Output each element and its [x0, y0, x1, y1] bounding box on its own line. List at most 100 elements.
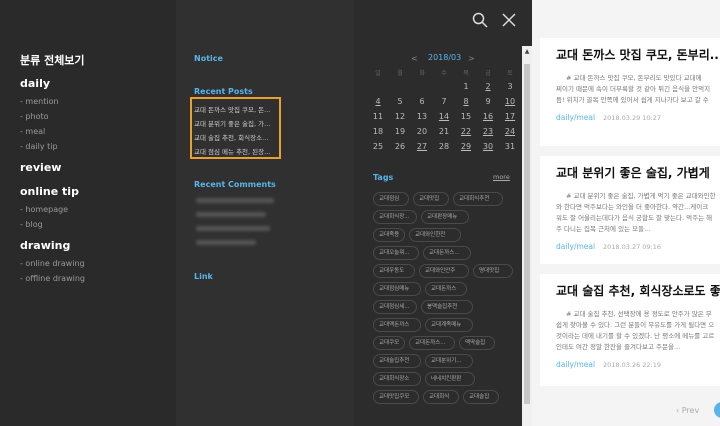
category-homepage[interactable]: - homepage	[20, 205, 68, 214]
tag-chip[interactable]: 교대계족메뉴	[425, 318, 473, 332]
tag-chip[interactable]: 교대돈까스...	[423, 246, 471, 260]
post-title[interactable]: 교대 돈까스 맛집 쿠모, 돈부리...	[556, 46, 720, 63]
post-category[interactable]: daily/meal	[556, 242, 595, 251]
prev-page-button[interactable]: ‹ Prev	[676, 406, 699, 415]
tag-chip[interactable]: 교대술집추천	[373, 354, 421, 368]
tag-chip[interactable]: 교대쿠모	[373, 336, 405, 350]
post-excerpt: 워도 잘 어울리는데다가 음식 궁합도 잘 맞는다. 먹주는 해	[556, 214, 713, 222]
category-blog[interactable]: - blog	[20, 220, 43, 229]
tag-chip[interactable]: 교대돈까스...	[409, 336, 455, 350]
tag-chip[interactable]: 교대족용	[373, 228, 405, 242]
tag-chip[interactable]: 교대점심세...	[373, 300, 417, 314]
calendar-day[interactable]: 17	[502, 112, 518, 121]
blurred-comment	[196, 198, 274, 203]
calendar-prev-button[interactable]: <	[411, 54, 418, 63]
calendar-day: 28	[438, 142, 450, 151]
tag-chip[interactable]: 교대맥돈까스	[373, 318, 421, 332]
recent-post-item[interactable]: 교대 분위기 좋은 술집, 가...	[194, 118, 274, 128]
search-icon[interactable]	[472, 12, 488, 32]
scrollbar-thumb[interactable]	[524, 64, 530, 404]
post-title[interactable]: 교대 술집 추천, 회식장소로도 좋	[556, 282, 720, 299]
calendar-day[interactable]: 24	[502, 127, 518, 136]
tag-chip[interactable]: 명대맛집	[473, 264, 513, 278]
tag-chip[interactable]: 교대돈까스	[425, 282, 467, 296]
calendar-day: 5	[397, 97, 403, 106]
calendar-day: 19	[394, 127, 406, 136]
notice-heading: Notice	[194, 54, 223, 63]
tag-chip[interactable]: 교대와인한잔	[409, 228, 461, 242]
calendar-day[interactable]: 29	[458, 142, 474, 151]
tag-chip[interactable]: 교대우동도	[373, 264, 415, 278]
blurred-comment	[196, 212, 266, 217]
tag-chip[interactable]: 교대맛집	[413, 192, 449, 206]
calendar-day: 6	[419, 97, 425, 106]
scroll-up-arrow-icon[interactable]: ▲	[522, 46, 532, 58]
calendar-day[interactable]: 10	[502, 97, 518, 106]
tag-chip[interactable]: 교대오늘뭐...	[373, 246, 419, 260]
category-all-link[interactable]: 분류 전체보기	[20, 52, 85, 68]
calendar-day[interactable]: 4	[370, 97, 386, 106]
tags-more-link[interactable]: more	[493, 173, 510, 181]
category-drawing[interactable]: drawing	[20, 239, 70, 252]
calendar-day: 21	[438, 127, 450, 136]
tag-chip[interactable]: 네네치킨판판	[425, 372, 475, 386]
tag-chip[interactable]: 교대맛집쿠모	[373, 390, 419, 404]
category-offline-drawing[interactable]: - offline drawing	[20, 274, 85, 283]
calendar-day[interactable]: 8	[458, 97, 474, 106]
recent-post-item[interactable]: 교대 점심 메뉴 추천, 된장...	[194, 146, 274, 156]
post-category[interactable]: daily/meal	[556, 360, 595, 369]
category-online-drawing[interactable]: - online drawing	[20, 259, 85, 268]
category-online-tip[interactable]: online tip	[20, 185, 79, 198]
calendar-day[interactable]: 22	[458, 127, 474, 136]
tag-chip[interactable]: 교대점심메뉴	[373, 282, 421, 296]
post-excerpt: 인테도 여간 정말 한잔을 즐겨다보고 주문을...	[556, 343, 681, 351]
post-excerpt: 것이라는 데에 내기를 할 수 있겠다. 난 평소에 메뉴를 고르	[556, 332, 715, 340]
category-photo[interactable]: - photo	[20, 112, 49, 121]
tag-chip[interactable]: 교대회식장...	[373, 210, 417, 224]
category-meal[interactable]: - meal	[20, 127, 45, 136]
calendar-weekday: 월	[397, 70, 403, 77]
tag-chip[interactable]: 교대점심	[373, 192, 409, 206]
calendar-day[interactable]: 23	[480, 127, 496, 136]
recent-comments-heading: Recent Comments	[194, 180, 276, 189]
post-date: 2018.03.26 22:19	[603, 361, 662, 369]
calendar-day[interactable]: 2	[480, 82, 496, 91]
tag-chip[interactable]: 교대분위기...	[425, 354, 473, 368]
post-excerpt: 주 다니는 집목 근처에 있는 모들...	[556, 225, 651, 233]
tags-heading: Tags	[373, 173, 394, 182]
calendar-day[interactable]: 16	[480, 112, 496, 121]
calendar-weekday: 일	[375, 70, 381, 77]
calendar-day[interactable]: 14	[436, 112, 452, 121]
calendar-day[interactable]: 30	[480, 142, 496, 151]
tag-chip[interactable]: 교대회식추천	[453, 192, 503, 206]
calendar-day: 1	[463, 82, 469, 91]
post-excerpt: # 교대 돈까스 맛집 쿠모, 돈부리도 맛있다 교대에	[566, 74, 702, 82]
post-date: 2018.03.27 09:16	[603, 243, 662, 251]
calendar-day: 31	[504, 142, 516, 151]
category-daily[interactable]: daily	[20, 77, 50, 90]
category-review[interactable]: review	[20, 161, 61, 174]
calendar-day: 12	[394, 112, 406, 121]
tag-chip[interactable]: 교대판장메뉴	[421, 210, 469, 224]
post-excerpt: 찌이기 때문에 속이 더부룩할 것 같아 튀긴 음식을 안먹지	[556, 85, 711, 93]
recent-post-item[interactable]: 교대 돈까스 맛집 쿠모, 돈...	[194, 104, 274, 114]
tag-chip[interactable]: 교대와인안주	[419, 264, 469, 278]
calendar-day: 3	[507, 82, 513, 91]
calendar-next-button[interactable]: >	[468, 54, 475, 63]
tag-chip[interactable]: 교대술집	[463, 390, 499, 404]
calendar-day: 15	[460, 112, 472, 121]
calendar-day[interactable]: 27	[414, 142, 430, 151]
tag-chip[interactable]: 봉맥술집추천	[421, 300, 473, 314]
post-title[interactable]: 교대 분위기 좋은 술집, 가볍게	[556, 164, 710, 181]
tag-chip[interactable]: 교대회식장소	[373, 372, 421, 386]
calendar-day: 26	[394, 142, 406, 151]
close-icon[interactable]	[501, 12, 517, 32]
post-excerpt: 듬! 위치가 골목 안쪽에 있어서 쉽게 지나가다 보고 갈 수	[556, 96, 709, 104]
tag-chip[interactable]: 맥딱술집	[459, 336, 495, 350]
recent-posts-heading: Recent Posts	[194, 87, 253, 96]
tag-chip[interactable]: 교대회식	[423, 390, 459, 404]
category-daily-tip[interactable]: - daily tip	[20, 142, 58, 151]
recent-post-item[interactable]: 교대 술집 추천, 회식장소...	[194, 132, 274, 142]
post-category[interactable]: daily/meal	[556, 113, 595, 122]
category-mention[interactable]: - mention	[20, 97, 59, 106]
